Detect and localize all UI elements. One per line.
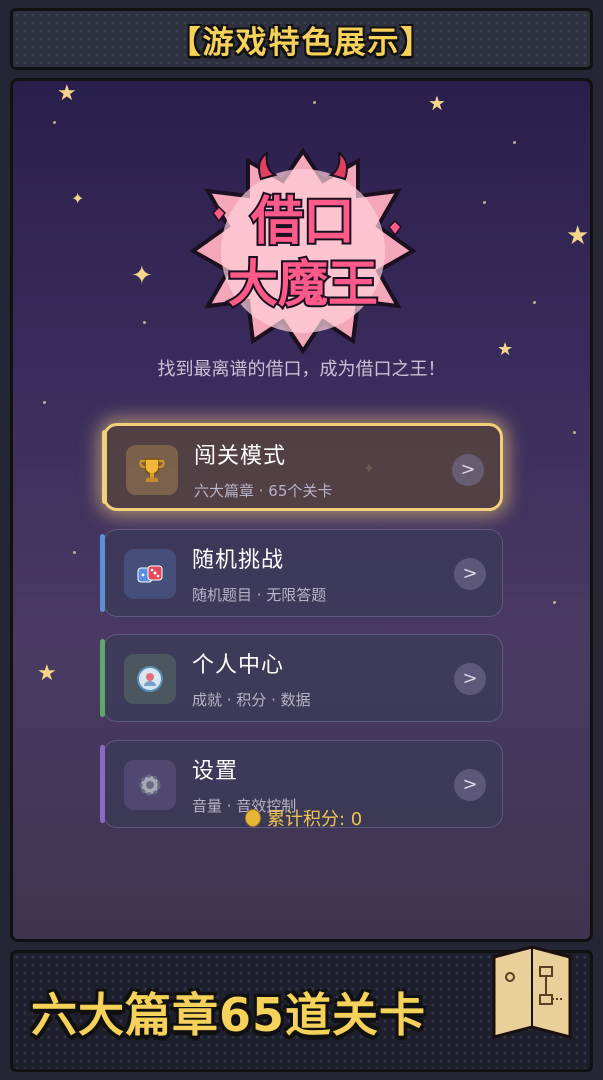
star-icon: ★ xyxy=(566,221,590,251)
gear-icon xyxy=(124,760,176,810)
top-banner-title: 【游戏特色展示】 xyxy=(169,24,434,61)
menu-item-profile[interactable]: 个人中心 成就 · 积分 · 数据 > xyxy=(100,634,503,722)
dice-icon xyxy=(124,549,176,599)
star-icon: ★ xyxy=(428,91,446,115)
coin-icon xyxy=(245,809,261,827)
star-icon: ★ xyxy=(57,81,77,106)
game-subtitle: 找到最离谱的借口，成为借口之王！ xyxy=(157,359,446,380)
menu-item-title: 闯关模式 xyxy=(194,444,287,469)
chevron-right-icon: > xyxy=(454,769,486,801)
game-screen: ★ ✦ ✦ ★ ★ ★ ★ ✦ 借口 大魔王 找到最离谱的借口，成为借口之王！ xyxy=(10,78,593,942)
game-logo: 借口 大魔王 xyxy=(183,141,423,361)
chevron-right-icon: > xyxy=(452,454,484,486)
trophy-icon xyxy=(126,445,178,495)
logo-line-2: 大魔王 xyxy=(228,255,378,313)
star-icon: ✦ xyxy=(131,261,153,291)
bottom-banner: 六大篇章65道关卡 xyxy=(10,945,593,1072)
menu-item-desc: 随机题目 · 无限答题 xyxy=(192,586,327,604)
menu-item-random-challenge[interactable]: 随机挑战 随机题目 · 无限答题 > xyxy=(100,529,503,617)
logo-line-1: 借口 xyxy=(250,192,355,252)
menu-item-title: 设置 xyxy=(192,759,239,784)
profile-badge-icon xyxy=(124,654,176,704)
menu-item-title: 个人中心 xyxy=(192,653,285,678)
total-score-label: 累计积分: 0 xyxy=(267,809,363,830)
total-score: 累计积分: 0 xyxy=(245,805,362,831)
star-icon: ✦ xyxy=(71,189,85,208)
chevron-right-icon: > xyxy=(454,558,486,590)
bottom-banner-title: 六大篇章65道关卡 xyxy=(31,988,427,1042)
menu-item-desc: 成就 · 积分 · 数据 xyxy=(192,691,311,709)
star-icon: ★ xyxy=(37,661,57,686)
map-book-icon xyxy=(488,937,576,1047)
top-banner: 【游戏特色展示】 xyxy=(10,8,593,70)
menu-item-title: 随机挑战 xyxy=(192,548,285,573)
menu-item-desc: 六大篇章 · 65个关卡 xyxy=(194,482,333,500)
menu-item-campaign[interactable]: 闯关模式 六大篇章 · 65个关卡 > xyxy=(102,423,503,511)
chevron-right-icon: > xyxy=(454,663,486,695)
